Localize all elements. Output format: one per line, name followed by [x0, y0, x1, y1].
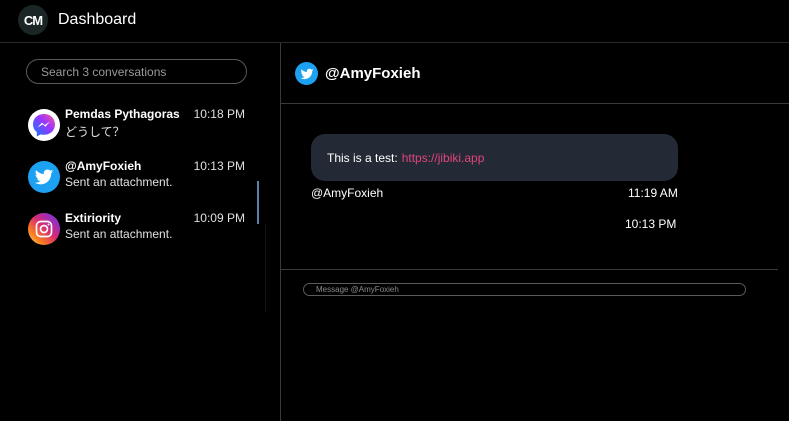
- conversation-name: @AmyFoxieh: [65, 159, 142, 173]
- conversation-item[interactable]: @AmyFoxieh 10:13 PM Sent an attachment.: [28, 159, 253, 199]
- conversation-name: Pemdas Pythagoras: [65, 107, 180, 121]
- conversation-item[interactable]: Pemdas Pythagoras 10:18 PM どうして？: [28, 107, 253, 147]
- conversation-time: 10:13 PM: [193, 159, 245, 173]
- top-bar: CM Dashboard: [0, 0, 789, 43]
- conversation-time: 10:09 PM: [193, 211, 245, 225]
- scrollbar-track[interactable]: [265, 224, 266, 312]
- message-text: This is a test:: [327, 150, 398, 165]
- chat-title: @AmyFoxieh: [325, 65, 421, 82]
- app-logo[interactable]: CM: [18, 5, 48, 35]
- message-time: 11:19 AM: [628, 186, 678, 200]
- message-time: 10:13 PM: [625, 217, 677, 231]
- scrollbar-thumb[interactable]: [257, 181, 259, 224]
- conversation-name: Extiriority: [65, 211, 122, 225]
- page-title: Dashboard: [58, 11, 137, 28]
- composer-divider: [281, 269, 778, 270]
- instagram-icon: [28, 213, 60, 245]
- message-link[interactable]: https://jibiki.app: [402, 151, 485, 165]
- message-author: @AmyFoxieh: [311, 186, 384, 200]
- message-input[interactable]: Message @AmyFoxieh: [303, 283, 746, 296]
- conversation-preview: どうして？: [65, 125, 125, 139]
- search-input[interactable]: Search 3 conversations: [26, 59, 247, 84]
- twitter-icon: [28, 161, 60, 193]
- conversation-preview: Sent an attachment.: [65, 175, 173, 189]
- messenger-icon: [28, 109, 60, 141]
- conversation-item[interactable]: Extiriority 10:09 PM Sent an attachment.: [28, 211, 253, 251]
- conversation-preview: Sent an attachment.: [65, 227, 173, 241]
- twitter-icon: [295, 62, 318, 85]
- conversation-time: 10:18 PM: [193, 107, 245, 121]
- message-bubble: This is a test: https://jibiki.app: [311, 134, 678, 181]
- chat-header: @AmyFoxieh: [281, 43, 789, 104]
